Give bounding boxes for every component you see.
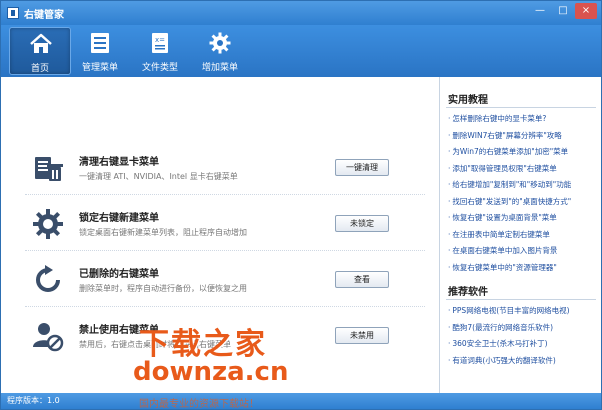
maximize-button[interactable]: □ bbox=[552, 3, 574, 19]
home-icon bbox=[30, 33, 52, 53]
bullet-icon: · bbox=[448, 262, 451, 272]
software-link[interactable]: · 有道词典(小巧强大的翻译软件) bbox=[448, 355, 600, 366]
status-bar: 程序版本：1.0 bbox=[1, 393, 601, 409]
feature-desc: 禁用后，右键点击桌面时将不弹出右键菜单 bbox=[79, 340, 231, 349]
bullet-icon: · bbox=[448, 339, 451, 348]
minimize-button[interactable]: — bbox=[529, 3, 551, 19]
sidebar: 实用教程 · 怎样删除右键中的显卡菜单? · 删除WIN7右键"屏幕分辨率"攻略 · 为W… bbox=[439, 77, 601, 393]
tutorial-link[interactable]: · 怎样删除右键中的显卡菜单? bbox=[448, 113, 600, 124]
lock-toggle-button[interactable]: 未锁定 bbox=[335, 215, 389, 232]
restore-icon bbox=[36, 265, 60, 292]
tutorial-link-text: 给右键增加"复制到"和"移动到"功能 bbox=[452, 180, 572, 189]
trash-icon bbox=[35, 157, 63, 181]
window-controls: — □ × bbox=[529, 3, 597, 19]
software-link-text: 360安全卫士(杀木马打补丁) bbox=[452, 339, 548, 348]
view-button[interactable]: 查看 bbox=[335, 271, 389, 288]
feature-desc: 一键清理 ATI、NVIDIA、Intel 显卡右键菜单 bbox=[79, 172, 238, 181]
tab-file-type[interactable]: x= 文件类型 bbox=[129, 27, 191, 75]
tutorial-link-text: 恢复右键菜单中的"资源管理器" bbox=[452, 262, 557, 272]
bullet-icon: · bbox=[448, 180, 451, 189]
software-link[interactable]: · 360安全卫士(杀木马打补丁) bbox=[448, 338, 600, 349]
tutorial-link[interactable]: · 找回右键"发送到"的"桌面快捷方式" bbox=[448, 196, 600, 207]
tab-add-menu[interactable]: 增加菜单 bbox=[189, 27, 251, 75]
app-logo-icon bbox=[7, 7, 19, 19]
bullet-icon: · bbox=[448, 355, 451, 365]
bullet-icon: · bbox=[448, 163, 451, 173]
tab-home[interactable]: 首页 bbox=[9, 27, 71, 75]
bullet-icon: · bbox=[448, 114, 451, 123]
bullet-icon: · bbox=[448, 213, 451, 222]
bullet-icon: · bbox=[448, 306, 451, 315]
software-link-text: 酷狗7(最流行的网络音乐软件) bbox=[452, 322, 554, 332]
bullet-icon: · bbox=[448, 196, 451, 206]
tutorial-link-text: 怎样删除右键中的显卡菜单? bbox=[452, 114, 547, 123]
tutorial-link-text: 删除WIN7右键"屏幕分辨率"攻略 bbox=[452, 130, 562, 140]
tutorial-link[interactable]: · 为Win7的右键菜单添加"加密"菜单 bbox=[448, 146, 600, 157]
software-link-text: PPS网络电视(节目丰富的网络电视) bbox=[452, 306, 570, 315]
svg-text:x=: x= bbox=[155, 36, 165, 44]
tab-manage-menu-label: 管理菜单 bbox=[81, 63, 118, 73]
file-type-icon: x= bbox=[152, 33, 168, 53]
feature-title: 禁止使用右键菜单 bbox=[79, 325, 159, 336]
tutorial-link-text: 添加"取得管理员权限"右键菜单 bbox=[452, 163, 557, 173]
software-link-text: 有道词典(小巧强大的翻译软件) bbox=[452, 355, 556, 365]
window-title: 右键管家 bbox=[24, 10, 64, 21]
menu-list-icon bbox=[91, 33, 109, 53]
title-bar[interactable]: 右键管家 — □ × bbox=[1, 1, 601, 25]
bullet-icon: · bbox=[448, 246, 451, 255]
tutorial-link[interactable]: · 在桌面右键菜单中加入图片背景 bbox=[448, 245, 600, 256]
feature-disable-menu: 禁止使用右键菜单 禁用后，右键点击桌面时将不弹出右键菜单 未禁用 bbox=[25, 307, 425, 363]
tutorial-link-text: 为Win7的右键菜单添加"加密"菜单 bbox=[452, 147, 569, 156]
app-window: 右键管家 — □ × 首页 管理菜单 x= 文件类型 增加菜单 清理右键显卡菜单… bbox=[0, 0, 602, 410]
tutorial-link-text: 找回右键"发送到"的"桌面快捷方式" bbox=[452, 196, 572, 206]
gear-lock-icon bbox=[33, 209, 63, 239]
tutorial-link[interactable]: · 删除WIN7右键"屏幕分辨率"攻略 bbox=[448, 130, 600, 141]
software-link[interactable]: · PPS网络电视(节目丰富的网络电视) bbox=[448, 305, 600, 316]
tutorials-title: 实用教程 bbox=[448, 95, 488, 106]
feature-lock-new-menu: 锁定右键新建菜单 锁定桌面右键新建菜单列表，阻止程序自动增加 未锁定 bbox=[25, 195, 425, 251]
feature-panel: 清理右键显卡菜单 一键清理 ATI、NVIDIA、Intel 显卡右键菜单 一键… bbox=[5, 85, 435, 389]
bullet-icon: · bbox=[448, 322, 451, 332]
main-toolbar: 首页 管理菜单 x= 文件类型 增加菜单 bbox=[1, 25, 601, 77]
bullet-icon: · bbox=[448, 130, 451, 140]
user-block-icon bbox=[33, 323, 64, 352]
tab-home-label: 首页 bbox=[30, 64, 49, 74]
tab-manage-menu[interactable]: 管理菜单 bbox=[69, 27, 131, 75]
tab-add-menu-label: 增加菜单 bbox=[201, 63, 238, 73]
divider bbox=[446, 299, 596, 300]
bullet-icon: · bbox=[448, 229, 451, 239]
clean-button[interactable]: 一键清理 bbox=[335, 159, 389, 176]
version-text: 程序版本：1.0 bbox=[7, 396, 60, 405]
feature-title: 已删除的右键菜单 bbox=[79, 269, 159, 280]
content-area: 清理右键显卡菜单 一键清理 ATI、NVIDIA、Intel 显卡右键菜单 一键… bbox=[1, 77, 601, 393]
tutorial-link-text: 在注册表中简单定制右键菜单 bbox=[452, 229, 550, 239]
bullet-icon: · bbox=[448, 147, 451, 156]
tab-file-type-label: 文件类型 bbox=[141, 63, 178, 73]
gear-icon bbox=[209, 32, 231, 54]
software-title: 推荐软件 bbox=[448, 287, 488, 298]
feature-clean-gpu-menu: 清理右键显卡菜单 一键清理 ATI、NVIDIA、Intel 显卡右键菜单 一键… bbox=[25, 139, 425, 195]
tutorial-link[interactable]: · 添加"取得管理员权限"右键菜单 bbox=[448, 163, 600, 174]
tutorial-link[interactable]: · 恢复右键菜单中的"资源管理器" bbox=[448, 262, 600, 273]
feature-deleted-menus: 已删除的右键菜单 删除菜单时，程序自动进行备份，以便恢复之用 查看 bbox=[25, 251, 425, 307]
feature-title: 清理右键显卡菜单 bbox=[79, 157, 159, 168]
feature-desc: 删除菜单时，程序自动进行备份，以便恢复之用 bbox=[79, 284, 247, 293]
disable-toggle-button[interactable]: 未禁用 bbox=[335, 327, 389, 344]
tutorial-link[interactable]: · 给右键增加"复制到"和"移动到"功能 bbox=[448, 179, 600, 190]
tutorial-link-text: 在桌面右键菜单中加入图片背景 bbox=[452, 246, 558, 255]
tutorial-link[interactable]: · 恢复右键"设置为桌面背景"菜单 bbox=[448, 212, 600, 223]
feature-desc: 锁定桌面右键新建菜单列表，阻止程序自动增加 bbox=[79, 228, 247, 237]
feature-title: 锁定右键新建菜单 bbox=[79, 213, 159, 224]
divider bbox=[446, 107, 596, 108]
tutorial-link[interactable]: · 在注册表中简单定制右键菜单 bbox=[448, 229, 600, 240]
software-link[interactable]: · 酷狗7(最流行的网络音乐软件) bbox=[448, 322, 600, 333]
tutorial-link-text: 恢复右键"设置为桌面背景"菜单 bbox=[452, 213, 557, 222]
close-button[interactable]: × bbox=[575, 3, 597, 19]
